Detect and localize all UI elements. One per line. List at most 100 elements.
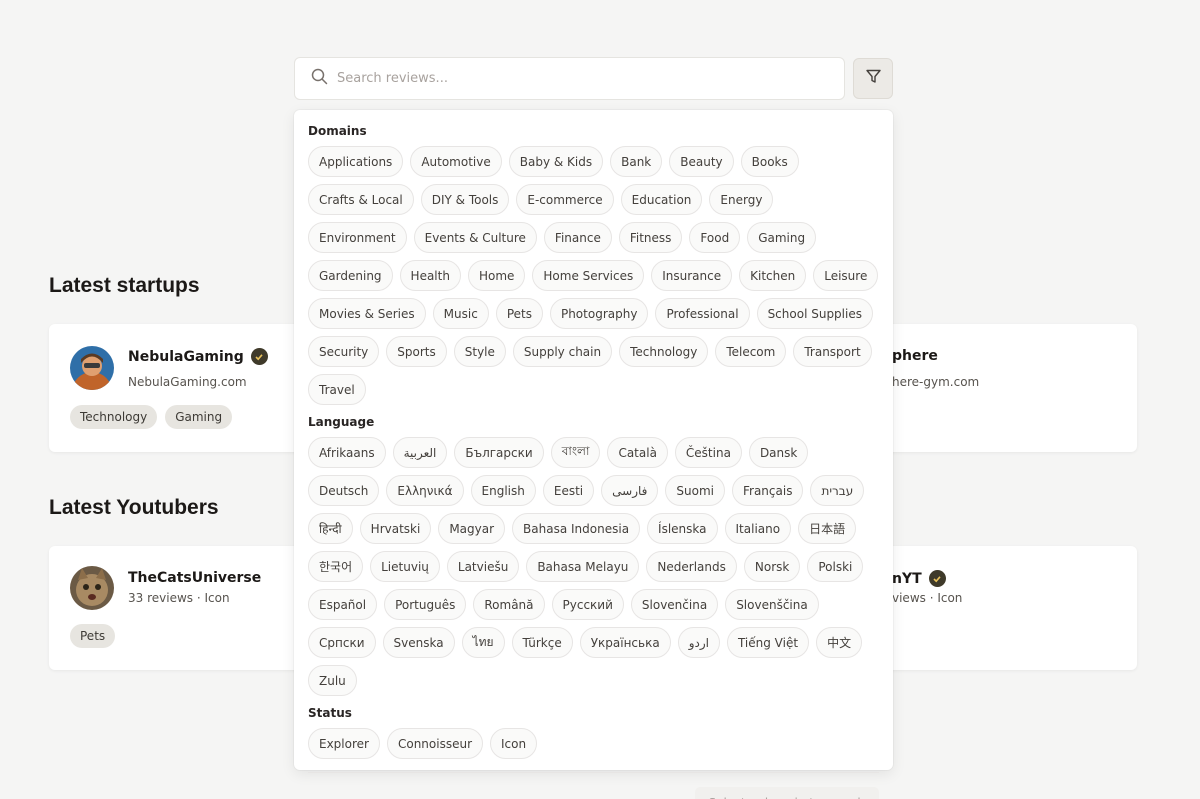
language-chip[interactable]: Română xyxy=(473,589,545,620)
status-chip[interactable]: Explorer xyxy=(308,728,380,759)
domain-chip[interactable]: Photography xyxy=(549,298,649,329)
domain-chip[interactable]: Pets xyxy=(495,298,543,329)
language-chip[interactable]: العربية xyxy=(392,437,448,468)
language-chip[interactable]: ไทย xyxy=(461,627,505,658)
startup-name[interactable]: NebulaGaming xyxy=(128,348,268,365)
domain-chip[interactable]: Gaming xyxy=(747,222,817,253)
domain-chip[interactable]: Fitness xyxy=(618,222,683,253)
startup-card-right[interactable]: phere here-gym.com xyxy=(884,324,1137,452)
status-chip[interactable]: Icon xyxy=(490,728,538,759)
domain-chip[interactable]: Style xyxy=(453,336,506,367)
language-chip[interactable]: Afrikaans xyxy=(308,437,386,468)
domain-chip[interactable]: Transport xyxy=(793,336,872,367)
domain-chip[interactable]: Applications xyxy=(308,146,404,177)
language-chip[interactable]: Español xyxy=(308,589,378,620)
language-chip[interactable]: Türkçe xyxy=(511,627,573,658)
domain-chip[interactable]: Health xyxy=(399,260,461,291)
youtuber-name[interactable]: nYT xyxy=(892,570,946,587)
language-chip[interactable]: Tiếng Việt xyxy=(726,627,810,658)
language-chip[interactable]: Magyar xyxy=(438,513,506,544)
domain-chip[interactable]: Technology xyxy=(619,336,709,367)
domain-chip[interactable]: Movies & Series xyxy=(308,298,426,329)
startup-name-label[interactable]: NebulaGaming xyxy=(128,349,244,365)
startup-name[interactable]: phere xyxy=(892,348,938,364)
language-chip[interactable]: Slovenčina xyxy=(630,589,719,620)
submit-search-button[interactable]: Select a domain to search xyxy=(694,787,879,799)
startup-card[interactable]: NebulaGaming NebulaGaming.com Technology… xyxy=(49,324,309,452)
language-chip[interactable]: Ελληνικά xyxy=(386,475,464,506)
domain-chip[interactable]: Bank xyxy=(610,146,663,177)
language-chip[interactable]: Српски xyxy=(308,627,376,658)
language-chip[interactable]: Svenska xyxy=(382,627,455,658)
language-chip[interactable]: עברית xyxy=(810,475,865,506)
language-chip[interactable]: Français xyxy=(731,475,804,506)
language-chip[interactable]: Bahasa Melayu xyxy=(526,551,640,582)
panel-footer: Select a domain to search xyxy=(308,773,879,799)
language-chip[interactable]: English xyxy=(470,475,536,506)
language-chip[interactable]: 日本語 xyxy=(798,513,857,544)
domain-chip[interactable]: Books xyxy=(740,146,799,177)
language-chip[interactable]: Hrvatski xyxy=(359,513,432,544)
language-chip[interactable]: Slovenščina xyxy=(725,589,819,620)
language-chip[interactable]: Dansk xyxy=(748,437,809,468)
domain-chip[interactable]: Energy xyxy=(709,184,774,215)
domain-chip[interactable]: Home Services xyxy=(532,260,645,291)
domain-chip[interactable]: Crafts & Local xyxy=(308,184,414,215)
language-chip[interactable]: Čeština xyxy=(674,437,742,468)
language-chip[interactable]: Norsk xyxy=(743,551,801,582)
domain-chip[interactable]: Finance xyxy=(543,222,612,253)
language-chip[interactable]: Nederlands xyxy=(646,551,737,582)
language-chip[interactable]: Български xyxy=(454,437,544,468)
language-chip[interactable]: Polski xyxy=(807,551,864,582)
language-chip[interactable]: Zulu xyxy=(308,665,357,696)
domain-chip[interactable]: Music xyxy=(432,298,489,329)
filter-button[interactable] xyxy=(853,58,893,99)
domain-chip[interactable]: Insurance xyxy=(651,260,733,291)
language-chip[interactable]: Íslenska xyxy=(647,513,718,544)
language-chip[interactable]: Deutsch xyxy=(308,475,380,506)
domain-chip[interactable]: School Supplies xyxy=(756,298,873,329)
domain-chip[interactable]: Beauty xyxy=(669,146,734,177)
domain-chip[interactable]: Food xyxy=(689,222,741,253)
youtuber-card[interactable]: TheCatsUniverse 33 reviews · Icon Pets xyxy=(49,546,309,670)
domain-chip[interactable]: Gardening xyxy=(308,260,393,291)
language-chip[interactable]: বাংলা xyxy=(550,437,601,468)
domain-chip[interactable]: Kitchen xyxy=(739,260,807,291)
youtuber-name[interactable]: TheCatsUniverse xyxy=(128,570,261,586)
language-chip[interactable]: فارسی xyxy=(601,475,659,506)
language-chip[interactable]: 한국어 xyxy=(308,551,364,582)
domain-chip[interactable]: Leisure xyxy=(813,260,879,291)
domain-chip[interactable]: Telecom xyxy=(715,336,787,367)
language-chip[interactable]: Eesti xyxy=(542,475,595,506)
language-chip[interactable]: 中文 xyxy=(816,627,863,658)
domain-chip[interactable]: Sports xyxy=(386,336,447,367)
youtuber-name-label[interactable]: nYT xyxy=(892,571,922,587)
domain-chip[interactable]: DIY & Tools xyxy=(420,184,510,215)
language-chip[interactable]: Lietuvių xyxy=(370,551,440,582)
domain-chip[interactable]: Education xyxy=(620,184,703,215)
domain-chip[interactable]: Home xyxy=(467,260,526,291)
language-chip[interactable]: हिन्दी xyxy=(308,513,353,544)
domain-chip[interactable]: Security xyxy=(308,336,380,367)
language-chip[interactable]: Italiano xyxy=(724,513,792,544)
search-box[interactable] xyxy=(294,57,845,100)
language-chip[interactable]: Suomi xyxy=(665,475,725,506)
domain-chip[interactable]: Events & Culture xyxy=(413,222,537,253)
language-chip[interactable]: اردو xyxy=(677,627,720,658)
search-input[interactable] xyxy=(337,71,817,86)
language-chip[interactable]: Català xyxy=(607,437,668,468)
language-chip[interactable]: Bahasa Indonesia xyxy=(512,513,641,544)
language-chip[interactable]: Latviešu xyxy=(446,551,520,582)
domain-chip[interactable]: Professional xyxy=(655,298,750,329)
domain-chip[interactable]: Travel xyxy=(308,374,366,405)
domain-chip[interactable]: Environment xyxy=(308,222,407,253)
language-chip[interactable]: Русский xyxy=(551,589,624,620)
domain-chip[interactable]: Baby & Kids xyxy=(508,146,604,177)
language-chip[interactable]: Português xyxy=(384,589,467,620)
domain-chip[interactable]: Automotive xyxy=(410,146,502,177)
domain-chip[interactable]: Supply chain xyxy=(512,336,613,367)
youtuber-card-right[interactable]: nYT views · Icon xyxy=(884,546,1137,670)
language-chip[interactable]: Українська xyxy=(579,627,671,658)
status-chip[interactable]: Connoisseur xyxy=(386,728,484,759)
domain-chip[interactable]: E-commerce xyxy=(516,184,614,215)
